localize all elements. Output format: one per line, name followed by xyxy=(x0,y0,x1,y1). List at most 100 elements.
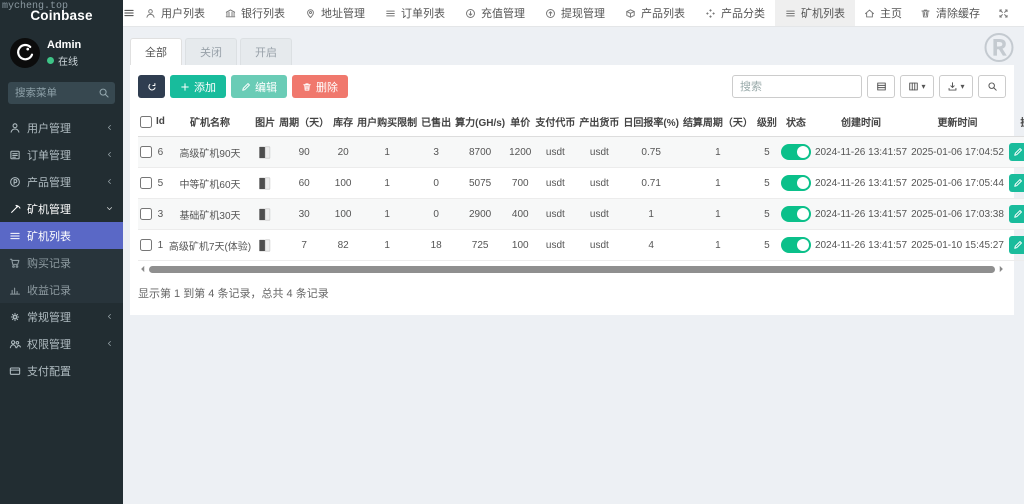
topnav-item-recharge-manage[interactable]: 充值管理 xyxy=(455,0,535,26)
sidebar-item-earnings-records[interactable]: 收益记录 xyxy=(0,276,123,303)
column-header[interactable]: 级别 xyxy=(755,107,779,137)
topnav-item-bank-list[interactable]: 银行列表 xyxy=(215,0,295,26)
export-button[interactable]: ▾ xyxy=(939,75,973,98)
chevron-left-icon xyxy=(105,123,114,132)
column-header[interactable]: 状态 xyxy=(779,107,813,137)
add-button[interactable]: 添加 xyxy=(170,75,226,98)
fullscreen-button[interactable] xyxy=(989,0,1018,26)
select-all-checkbox[interactable] xyxy=(140,116,152,128)
sidebar-item-general-management[interactable]: 常规管理 xyxy=(0,303,123,330)
tab-all[interactable]: 全部 xyxy=(130,38,182,65)
cell-created-at: 2024-11-26 13:41:57 xyxy=(813,137,909,168)
column-header[interactable]: 用户购买限制 xyxy=(355,107,419,137)
table-search-input[interactable] xyxy=(732,75,862,98)
topnav-item-product-list[interactable]: 产品列表 xyxy=(615,0,695,26)
topnav-item-address-manage[interactable]: 地址管理 xyxy=(295,0,375,26)
topnav-item-order-list[interactable]: 订单列表 xyxy=(375,0,455,26)
cell-output-coin: usdt xyxy=(577,230,621,261)
scroll-left-arrow-icon[interactable] xyxy=(138,264,148,274)
cell-settle-cycle: 1 xyxy=(681,230,755,261)
topnav-item-product-category[interactable]: 产品分类 xyxy=(695,0,775,26)
cell-output-coin: usdt xyxy=(577,137,621,168)
scrollbar-thumb[interactable] xyxy=(149,266,995,273)
column-header[interactable]: 结算周期（天） xyxy=(681,107,755,137)
tab-closed[interactable]: 关闭 xyxy=(185,38,237,65)
watermark-text: mycheng.top xyxy=(2,1,68,12)
menu-toggle-button[interactable] xyxy=(123,0,135,26)
cell-created-at: 2024-11-26 13:41:57 xyxy=(813,199,909,230)
home-link[interactable]: 主页 xyxy=(855,0,911,26)
sidebar-item-user-management[interactable]: 用户管理 xyxy=(0,114,123,141)
cell-operations xyxy=(1006,199,1024,230)
column-header[interactable]: 操作 xyxy=(1006,107,1024,137)
cell-buy-limit: 1 xyxy=(355,168,419,199)
row-edit-button[interactable] xyxy=(1009,236,1024,254)
sidebar-item-product-management[interactable]: 产品管理 xyxy=(0,168,123,195)
sidebar-item-purchase-records[interactable]: 购买记录 xyxy=(0,249,123,276)
column-header[interactable]: 库存 xyxy=(331,107,355,137)
sidebar-item-miner-list[interactable]: 矿机列表 xyxy=(0,222,123,249)
column-header[interactable]: 支付代币 xyxy=(533,107,577,137)
column-header[interactable]: Id xyxy=(154,107,167,137)
status-toggle[interactable] xyxy=(781,175,811,191)
topnav-item-withdraw-manage[interactable]: 提现管理 xyxy=(535,0,615,26)
sidebar-item-permission-management[interactable]: 权限管理 xyxy=(0,330,123,357)
column-header[interactable]: 产出货币 xyxy=(577,107,621,137)
toolbar-right: ▾ ▾ xyxy=(732,75,1006,98)
column-header[interactable]: 图片 xyxy=(253,107,277,137)
column-header[interactable]: 已售出 xyxy=(419,107,453,137)
refresh-button[interactable] xyxy=(138,75,165,98)
row-checkbox[interactable] xyxy=(140,208,152,220)
topnav-item-miner-list[interactable]: 矿机列表 xyxy=(775,0,855,26)
row-edit-button[interactable] xyxy=(1009,205,1024,223)
status-toggle[interactable] xyxy=(781,237,811,253)
edit-button[interactable]: 编辑 xyxy=(231,75,287,98)
sidebar-search-button[interactable] xyxy=(93,82,115,104)
delete-button[interactable]: 删除 xyxy=(292,75,348,98)
sidebar-search-input[interactable] xyxy=(8,82,93,104)
column-header[interactable]: 单价 xyxy=(507,107,533,137)
cell-pay-token: usdt xyxy=(533,199,577,230)
status-toggle[interactable] xyxy=(781,144,811,160)
row-checkbox[interactable] xyxy=(140,239,152,251)
columns-button[interactable]: ▾ xyxy=(900,75,934,98)
cell-hashrate: 2900 xyxy=(453,199,507,230)
column-header[interactable]: 算力(GH/s) xyxy=(453,107,507,137)
toggle-knob xyxy=(797,146,809,158)
cell-unit-price: 700 xyxy=(507,168,533,199)
sidebar-item-payment-config[interactable]: 支付配置 xyxy=(0,357,123,384)
view-toggle-button[interactable] xyxy=(867,75,895,98)
toggle-knob xyxy=(797,177,809,189)
bank-icon xyxy=(225,8,236,19)
row-checkbox[interactable] xyxy=(140,146,152,158)
scroll-right-arrow-icon[interactable] xyxy=(996,264,1006,274)
registered-r-logo: Ⓡ xyxy=(984,35,1014,65)
column-header[interactable]: 创建时间 xyxy=(813,107,909,137)
row-checkbox[interactable] xyxy=(140,177,152,189)
table-row: 1高级矿机7天(体验) 782118725100usdtusdt4152024-… xyxy=(138,230,1024,261)
search-button[interactable] xyxy=(978,75,1006,98)
topnav-item-label: 矿机列表 xyxy=(801,5,845,21)
column-header[interactable]: 更新时间 xyxy=(909,107,1006,137)
toggle-knob xyxy=(797,208,809,220)
status-toggle[interactable] xyxy=(781,206,811,222)
gears-icon xyxy=(9,311,21,323)
column-header[interactable]: 日回报率(%) xyxy=(621,107,681,137)
sidebar-item-order-management[interactable]: 订单管理 xyxy=(0,141,123,168)
person-icon xyxy=(145,8,156,19)
column-header[interactable]: 矿机名称 xyxy=(167,107,253,137)
table-panel: 添加 编辑 删除 ▾ ▾ Id矿机名称图片周期（天）库存用户购买限制已售出算力(… xyxy=(130,65,1014,315)
user-menu[interactable]: Admin xyxy=(1018,0,1024,26)
column-header[interactable]: 周期（天） xyxy=(277,107,331,137)
cell-cycle-days: 30 xyxy=(277,199,331,230)
table-row: 5中等矿机60天 60100105075700usdtusdt0.7115202… xyxy=(138,168,1024,199)
sidebar-item-miner-management[interactable]: 矿机管理 xyxy=(0,195,123,222)
cell-pay-token: usdt xyxy=(533,137,577,168)
clear-cache-link[interactable]: 清除缓存 xyxy=(911,0,989,26)
row-edit-button[interactable] xyxy=(1009,143,1024,161)
topnav-item-user-list[interactable]: 用户列表 xyxy=(135,0,215,26)
row-edit-button[interactable] xyxy=(1009,174,1024,192)
miner-image xyxy=(255,144,275,161)
horizontal-scrollbar[interactable] xyxy=(138,264,1006,274)
tab-open[interactable]: 开启 xyxy=(240,38,292,65)
